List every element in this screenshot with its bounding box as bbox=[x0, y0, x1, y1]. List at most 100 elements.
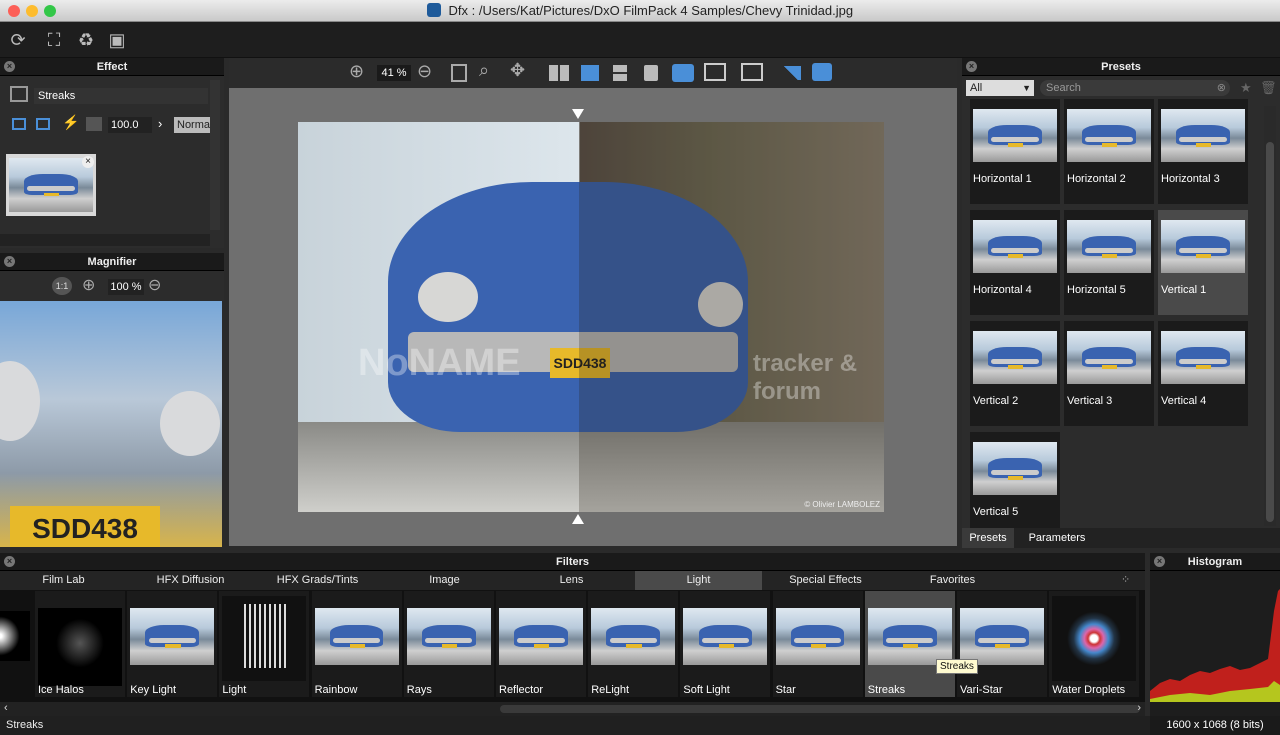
close-icon[interactable]: × bbox=[4, 256, 15, 267]
presets-search-input[interactable]: Search ⊗ bbox=[1040, 80, 1230, 96]
split-vertical-icon[interactable] bbox=[549, 65, 569, 81]
preset-item[interactable]: Horizontal 2 bbox=[1064, 99, 1154, 204]
tab-presets[interactable]: Presets bbox=[962, 528, 1014, 548]
preset-item[interactable]: Vertical 5 bbox=[970, 432, 1060, 537]
filter-item[interactable]: Rainbow bbox=[311, 591, 402, 697]
crop-icon[interactable]: ⛶ bbox=[42, 28, 66, 52]
tab-filter[interactable]: Image bbox=[381, 571, 508, 590]
magnify-icon[interactable]: ⌕ bbox=[479, 60, 489, 81]
zoom-window-button[interactable] bbox=[44, 5, 56, 17]
watermark-left: NoNAME bbox=[358, 342, 521, 384]
grid-icon[interactable]: ⁘ bbox=[1121, 573, 1130, 586]
filter-item[interactable]: Vari-Star bbox=[957, 591, 1047, 697]
presets-tabs: Presets Parameters bbox=[962, 528, 1280, 548]
presets-scrollbar[interactable] bbox=[1264, 106, 1276, 526]
zoom-in-icon[interactable]: ⊕ bbox=[82, 275, 95, 295]
filter-label: ReLight bbox=[591, 684, 630, 696]
preset-thumbnail bbox=[973, 220, 1057, 273]
filter-thumbnail bbox=[867, 608, 952, 665]
screen-icon[interactable] bbox=[36, 118, 50, 130]
tab-filter[interactable]: Light bbox=[635, 571, 762, 590]
presets-filter-select[interactable]: All ▼ bbox=[966, 80, 1034, 96]
filter-item[interactable]: Ice Halos bbox=[35, 591, 125, 697]
lightning-icon[interactable]: ⚡ bbox=[62, 114, 79, 131]
preset-item[interactable]: Horizontal 3 bbox=[1158, 99, 1248, 204]
preset-item[interactable]: Vertical 3 bbox=[1064, 321, 1154, 426]
minimize-window-button[interactable] bbox=[26, 5, 38, 17]
camera-icon[interactable] bbox=[672, 64, 694, 82]
move-icon[interactable]: ✥ bbox=[510, 60, 525, 81]
filter-item[interactable]: Soft Light bbox=[680, 591, 771, 697]
opacity-arrow-icon[interactable]: › bbox=[158, 116, 162, 131]
tab-filter[interactable]: Special Effects bbox=[762, 571, 889, 590]
filter-item[interactable]: Water Droplets bbox=[1049, 591, 1140, 697]
blend-mode-select[interactable]: Normal bbox=[174, 117, 210, 133]
filter-item[interactable]: Key Light bbox=[127, 591, 218, 697]
opacity-field[interactable]: 100.0 bbox=[108, 117, 152, 133]
film-icon[interactable] bbox=[86, 117, 102, 131]
close-icon[interactable]: × bbox=[966, 61, 977, 72]
histogram-graph bbox=[1150, 589, 1280, 702]
filter-label: Key Light bbox=[130, 684, 177, 696]
filter-item[interactable]: Reflector bbox=[496, 591, 586, 697]
zoom-out-icon[interactable]: ⊖ bbox=[417, 61, 432, 82]
recycle-icon[interactable]: ♻ bbox=[74, 28, 98, 52]
preset-label: Horizontal 2 bbox=[1067, 173, 1126, 185]
preset-item[interactable]: Vertical 4 bbox=[1158, 321, 1248, 426]
refresh-icon[interactable]: ⟳ bbox=[6, 28, 30, 52]
preset-item[interactable]: Vertical 1 bbox=[1158, 210, 1248, 315]
preset-label: Horizontal 5 bbox=[1067, 284, 1126, 296]
single-view-icon[interactable] bbox=[644, 65, 658, 81]
filter-item[interactable]: ReLight bbox=[588, 591, 679, 697]
remove-effect-icon[interactable]: × bbox=[82, 156, 94, 168]
scroll-right-icon[interactable]: › bbox=[1137, 702, 1141, 714]
filter-item[interactable]: Rays bbox=[403, 591, 494, 697]
loupe-icon[interactable] bbox=[812, 63, 832, 81]
close-window-button[interactable] bbox=[8, 5, 20, 17]
preset-item[interactable]: Vertical 2 bbox=[970, 321, 1060, 426]
preset-item[interactable]: Horizontal 4 bbox=[970, 210, 1060, 315]
effect-scrollbar[interactable] bbox=[0, 234, 210, 246]
close-icon[interactable]: × bbox=[4, 556, 15, 567]
filter-item[interactable]: Light bbox=[219, 591, 310, 697]
effect-list-icon bbox=[10, 86, 28, 102]
split-view-icon[interactable] bbox=[581, 65, 599, 81]
tab-filter[interactable]: HFX Diffusion bbox=[127, 571, 254, 590]
histogram-icon[interactable] bbox=[781, 66, 801, 80]
main-image: SDD438 NoNAME tracker & forum © Olivier … bbox=[298, 122, 884, 512]
fit-one-icon[interactable]: 1:1 bbox=[52, 277, 72, 295]
filter-item[interactable]: Streaks bbox=[864, 591, 955, 697]
fit-icon[interactable]: ▣ bbox=[105, 28, 129, 52]
split-horizontal-icon[interactable] bbox=[613, 65, 627, 81]
fit-window-icon[interactable] bbox=[451, 64, 467, 82]
clear-search-icon[interactable]: ⊗ bbox=[1217, 80, 1226, 96]
tab-filter[interactable]: Lens bbox=[508, 571, 635, 590]
tab-filter[interactable]: HFX Grads/Tints bbox=[254, 571, 381, 590]
effect-vscrollbar[interactable] bbox=[210, 80, 220, 230]
zoom-out-icon[interactable]: ⊖ bbox=[148, 275, 161, 295]
filter-label: Streaks bbox=[867, 684, 906, 696]
filter-label: Ice Halos bbox=[38, 684, 84, 696]
zoom-in-icon[interactable]: ⊕ bbox=[349, 61, 364, 82]
split-bottom-marker[interactable] bbox=[572, 514, 584, 524]
tab-parameters[interactable]: Parameters bbox=[1022, 528, 1092, 548]
star-icon[interactable]: ★ bbox=[1240, 80, 1252, 96]
effect-thumbnail[interactable]: × bbox=[6, 154, 96, 216]
partial-filter-thumb[interactable] bbox=[0, 591, 34, 697]
filter-item[interactable]: Star bbox=[772, 591, 863, 697]
preset-item[interactable]: Horizontal 5 bbox=[1064, 210, 1154, 315]
monitor-icon[interactable] bbox=[704, 63, 726, 81]
tab-filter[interactable]: Film Lab bbox=[0, 571, 127, 590]
close-icon[interactable]: × bbox=[1154, 556, 1165, 567]
effect-name-field[interactable]: Streaks bbox=[34, 88, 208, 104]
trash-icon[interactable]: 🗑 bbox=[1260, 80, 1277, 96]
preset-item[interactable]: Horizontal 1 bbox=[970, 99, 1060, 204]
monitor-icon[interactable] bbox=[12, 118, 26, 130]
filter-thumbnail bbox=[591, 608, 676, 665]
split-top-marker[interactable] bbox=[572, 109, 584, 119]
filters-scrollbar[interactable]: ‹ › bbox=[0, 702, 1145, 716]
close-icon[interactable]: × bbox=[4, 61, 15, 72]
compare-icon[interactable] bbox=[741, 63, 763, 81]
tab-filter[interactable]: Favorites bbox=[889, 571, 1016, 590]
scroll-left-icon[interactable]: ‹ bbox=[4, 702, 8, 714]
